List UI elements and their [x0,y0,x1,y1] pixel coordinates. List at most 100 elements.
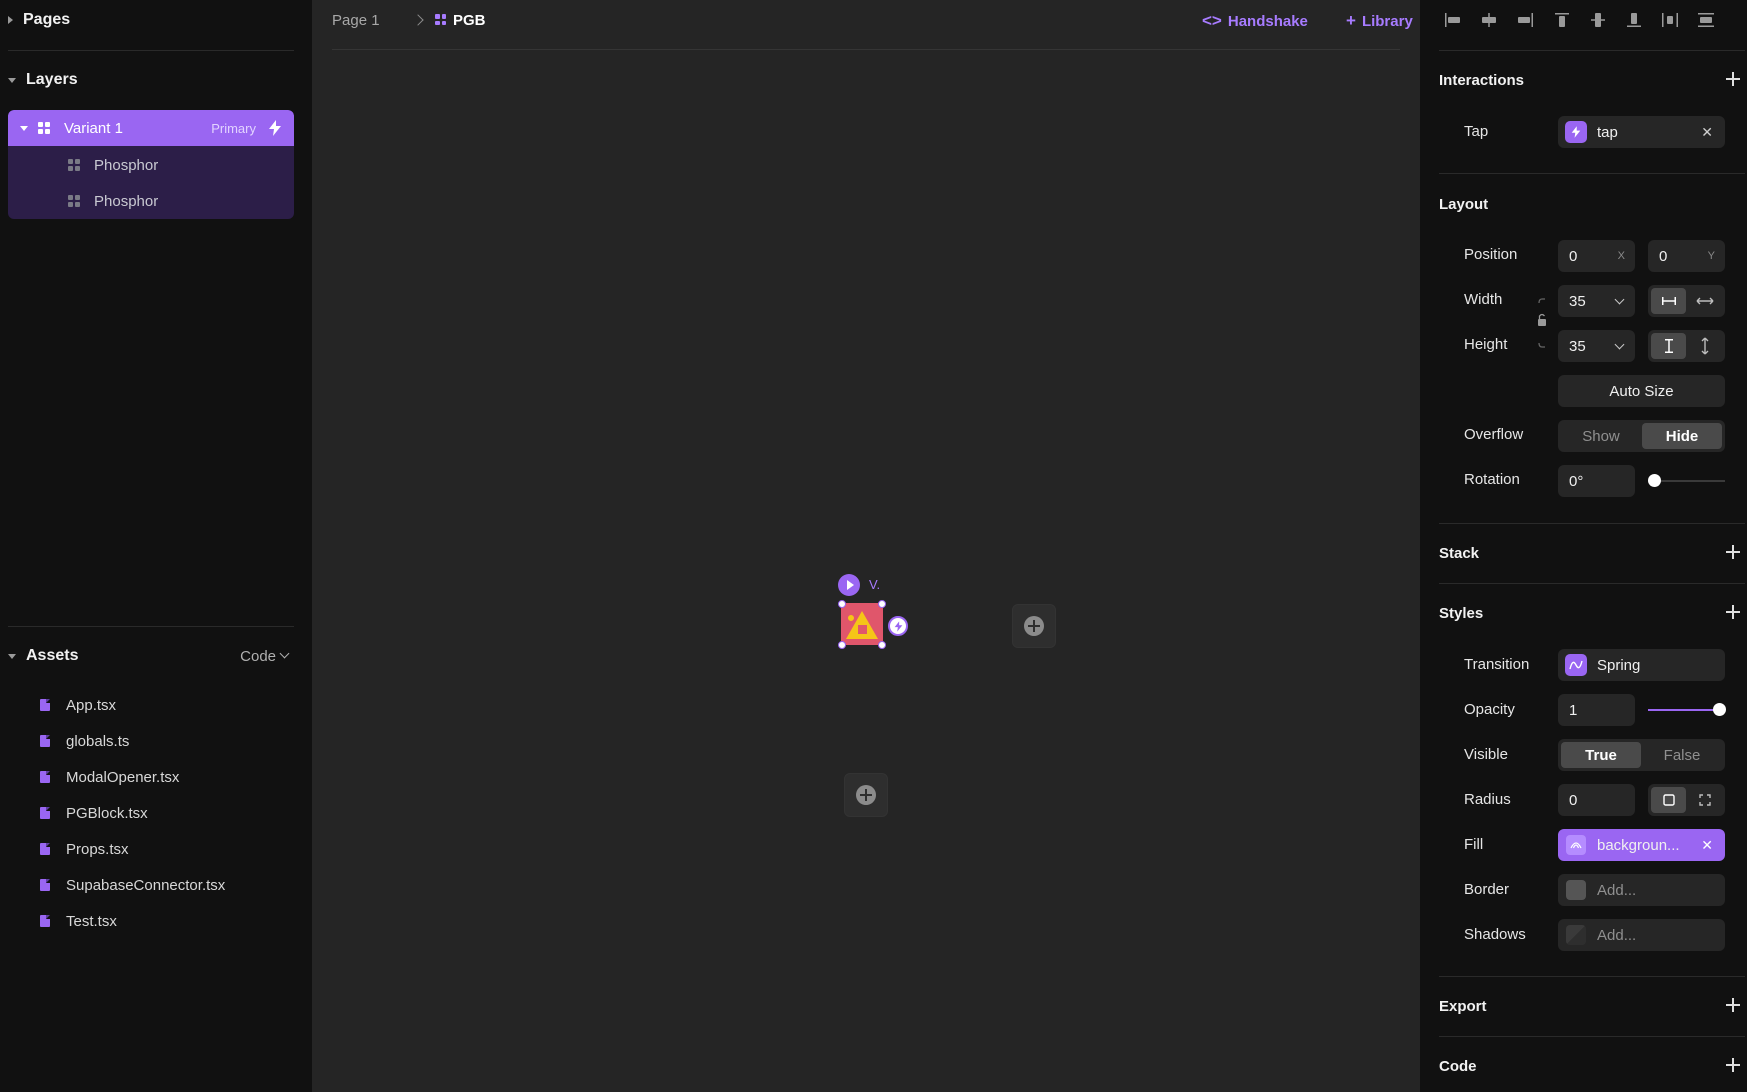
component-icon [435,14,446,25]
height-input[interactable]: 35 [1558,330,1635,362]
width-input[interactable]: 35 [1558,285,1635,317]
asset-file[interactable]: SupabaseConnector.tsx [40,872,225,898]
add-code-plus-icon[interactable] [1726,1058,1740,1072]
divider [8,50,294,51]
position-y-input[interactable]: 0 Y [1648,240,1725,272]
border-placeholder: Add... [1597,881,1637,899]
shadows-field[interactable]: Add... [1558,919,1725,951]
pages-section-header[interactable]: Pages [0,0,312,40]
visible-label: Visible [1464,746,1508,763]
radius-input[interactable]: 0 [1558,784,1635,816]
individual-radius-icon[interactable] [1687,787,1722,813]
resize-handle[interactable] [878,641,886,649]
overflow-show-option[interactable]: Show [1561,423,1641,449]
rotation-input[interactable]: 0° [1558,465,1635,497]
asset-file[interactable]: globals.ts [40,728,129,754]
asset-file[interactable]: App.tsx [40,692,116,718]
breadcrumb-page[interactable]: Page 1 [332,12,380,29]
resize-handle[interactable] [838,641,846,649]
resize-handle[interactable] [878,600,886,608]
plus-icon: + [1346,11,1356,30]
close-icon[interactable]: ✕ [1701,837,1713,854]
auto-size-button[interactable]: Auto Size [1558,375,1725,407]
layers-section-header[interactable]: Layers [0,60,312,100]
fixed-width-icon[interactable] [1651,288,1686,314]
fill-height-icon[interactable] [1687,333,1722,359]
align-left-icon[interactable] [1444,12,1462,28]
radius-value: 0 [1569,791,1578,809]
asset-file[interactable]: ModalOpener.tsx [40,764,179,790]
chevron-down-icon[interactable] [1614,294,1625,305]
assets-filter-dropdown[interactable]: Code [240,648,276,665]
overflow-hide-option[interactable]: Hide [1642,423,1722,449]
file-icon [40,735,50,747]
distribute-horizontal-icon[interactable] [1661,12,1679,28]
position-x-value: 0 [1569,247,1578,265]
layer-item-variant-1[interactable]: Variant 1 Primary [8,110,294,146]
stack-title: Stack [1439,544,1480,562]
border-field[interactable]: Add... [1558,874,1725,906]
uniform-radius-icon[interactable] [1651,787,1686,813]
position-y-value: 0 [1659,247,1668,265]
add-variant-button[interactable] [1012,604,1056,648]
add-style-plus-icon[interactable] [1726,605,1740,619]
auto-size-label: Auto Size [1609,382,1674,400]
align-right-icon[interactable] [1516,12,1534,28]
chevron-down-icon[interactable] [279,648,290,659]
handshake-button[interactable]: <> Handshake [1202,11,1308,31]
fixed-height-icon[interactable] [1651,333,1686,359]
node-frame[interactable] [841,603,883,645]
bolt-icon[interactable] [888,616,908,636]
breadcrumb-component[interactable]: PGB [453,12,486,29]
layer-item-phosphor[interactable]: Phosphor [8,183,294,219]
canvas-node[interactable]: V. [838,574,908,654]
opacity-input[interactable]: 1 [1558,694,1635,726]
distribute-vertical-icon[interactable] [1697,12,1715,28]
play-icon[interactable] [838,574,860,596]
position-x-input[interactable]: 0 X [1558,240,1635,272]
fill-field[interactable]: backgroun... ✕ [1558,829,1725,861]
visible-false-option[interactable]: False [1642,742,1722,768]
aspect-lock-icon[interactable] [1537,297,1547,351]
assets-section-header[interactable]: Assets Code [0,636,312,676]
align-bottom-icon[interactable] [1625,12,1643,28]
pages-title: Pages [23,11,71,28]
align-middle-v-icon[interactable] [1589,12,1607,28]
layer-label: Phosphor [94,156,159,174]
chevron-right-icon [412,14,424,26]
rotation-slider-knob[interactable] [1648,474,1661,487]
collapse-arrow-icon[interactable] [20,125,28,131]
fill-width-icon[interactable] [1687,288,1722,314]
visible-true-option[interactable]: True [1561,742,1641,768]
bolt-icon[interactable] [268,120,282,136]
divider [1439,1036,1745,1037]
canvas[interactable]: Page 1 PGB <> Handshake + Library V. [312,0,1420,1092]
interactions-section-header: Interactions [1439,62,1745,98]
add-export-plus-icon[interactable] [1726,998,1740,1012]
layer-item-phosphor[interactable]: Phosphor [8,147,294,183]
library-button[interactable]: + Library [1346,11,1413,31]
divider [8,626,294,627]
add-below-button[interactable] [844,773,888,817]
rotation-value: 0° [1569,472,1584,490]
tap-action-field[interactable]: tap ✕ [1558,116,1725,148]
transition-label: Transition [1464,656,1530,673]
resize-handle[interactable] [838,600,846,608]
divider [1439,523,1745,524]
opacity-slider-knob[interactable] [1713,703,1726,716]
add-stack-plus-icon[interactable] [1726,545,1740,559]
align-top-icon[interactable] [1553,12,1571,28]
add-interaction-plus-icon[interactable] [1726,72,1740,86]
asset-file[interactable]: Props.tsx [40,836,129,862]
file-icon [40,771,50,783]
close-icon[interactable]: ✕ [1701,124,1713,141]
radius-label: Radius [1464,791,1511,808]
component-icon [68,195,80,207]
file-icon [40,807,50,819]
asset-file[interactable]: Test.tsx [40,908,117,934]
transition-field[interactable]: Spring [1558,649,1725,681]
align-center-h-icon[interactable] [1480,12,1498,28]
asset-file[interactable]: PGBlock.tsx [40,800,148,826]
rotation-slider-track[interactable] [1654,480,1725,482]
chevron-down-icon[interactable] [1614,339,1625,350]
